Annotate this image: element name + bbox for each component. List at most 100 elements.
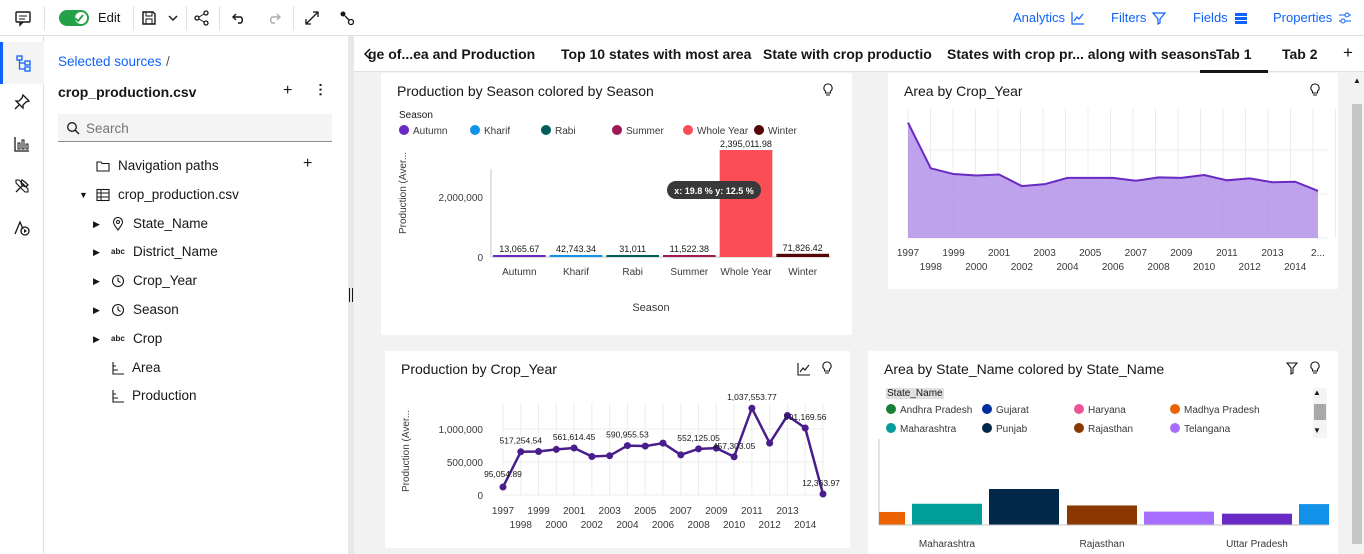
legend-label: Autumn <box>413 126 448 137</box>
tree-item-crop-year[interactable]: ▶ Crop_Year <box>44 267 348 295</box>
tab-area-and-production[interactable]: ge of...ea and Production <box>368 46 535 62</box>
tab-top-10-states[interactable]: Top 10 states with most area <box>561 46 751 62</box>
tree-item-crop[interactable]: ▶ abc Crop <box>44 325 348 353</box>
x-tick-label: Rabi <box>622 267 643 278</box>
legend-item: Andhra Pradesh <box>886 404 972 416</box>
breadcrumb[interactable]: Selected sources <box>58 54 162 69</box>
state-chart-card[interactable]: Area by State_Name colored by State_Name… <box>868 351 1338 554</box>
tree-item-season[interactable]: ▶ Season <box>44 296 348 324</box>
production-year-chart-card[interactable]: Production by Crop_Year Production (Aver… <box>385 351 850 548</box>
data-point <box>695 445 703 453</box>
search-field[interactable] <box>58 114 332 142</box>
redo-icon[interactable] <box>264 8 284 28</box>
add-icon[interactable]: + <box>283 82 292 100</box>
caret-right-icon[interactable]: ▶ <box>93 247 100 258</box>
legend-item: Telangana <box>1170 423 1230 435</box>
season-chart-card[interactable]: Production by Season colored by Season S… <box>381 73 852 335</box>
tree-item-navigation-paths[interactable]: Navigation paths + <box>44 152 348 180</box>
x-tick-label: 2002 <box>1011 262 1034 273</box>
tooltip-text: x: 19.8 % y: 12.5 % <box>674 186 754 196</box>
tree-item-source-file[interactable]: ▼ crop_production.csv <box>44 181 348 209</box>
state-bar-chart: Maharashtra Rajasthan Uttar Pradesh <box>878 439 1329 550</box>
tree-item-state-name[interactable]: ▶ State_Name <box>44 210 348 238</box>
fields-label: Fields <box>1193 10 1228 25</box>
caret-right-icon[interactable]: ▶ <box>93 305 100 316</box>
tab-tab-1[interactable]: Tab 1 <box>1200 46 1267 73</box>
x-tick-label: 1997 <box>492 506 515 517</box>
data-sources-button[interactable] <box>0 42 44 84</box>
tab-state-crop-production[interactable]: State with crop productio <box>763 46 932 62</box>
legend-swatch <box>1170 423 1180 433</box>
lightbulb-icon[interactable] <box>821 361 833 375</box>
x-tick-label: 1999 <box>527 506 550 517</box>
overflow-menu-icon[interactable]: ··· <box>313 83 329 97</box>
legend-title: Season <box>399 110 433 121</box>
tree-item-district-name[interactable]: ▶ abc District_Name <box>44 238 348 266</box>
tree-item-label: crop_production.csv <box>118 187 239 202</box>
x-tick-label: 2014 <box>794 520 817 531</box>
legend-item: Madhya Pradesh <box>1170 404 1260 416</box>
tab-tab-2[interactable]: Tab 2 <box>1282 46 1318 62</box>
bar-value-label: 42,743.34 <box>556 244 596 254</box>
search-input[interactable] <box>86 118 326 138</box>
x-tick-label: Winter <box>788 267 818 278</box>
share-icon[interactable] <box>192 8 212 28</box>
chart-title: Production by Season colored by Season <box>397 83 654 99</box>
add-tab-icon[interactable]: + <box>1343 43 1353 63</box>
tree-item-label: Navigation paths <box>118 158 219 173</box>
clock-icon <box>111 303 125 317</box>
tree-item-area[interactable]: Area <box>44 354 348 382</box>
fields-link[interactable]: Fields <box>1193 10 1248 25</box>
legend-swatch <box>1074 404 1084 414</box>
data-label: 590,955.53 <box>606 430 649 440</box>
undo-icon[interactable] <box>229 8 249 28</box>
bar-value-label: 71,826.42 <box>783 243 823 253</box>
legend-swatch <box>399 125 409 135</box>
comment-icon[interactable] <box>13 8 33 28</box>
legend-label: Andhra Pradesh <box>900 405 973 416</box>
lightbulb-icon[interactable] <box>822 83 834 97</box>
line-chart-icon[interactable] <box>797 362 811 376</box>
bar <box>1222 513 1292 525</box>
x-tick-label: 1998 <box>510 520 533 531</box>
chevron-down-icon[interactable] <box>163 8 183 28</box>
expand-icon[interactable] <box>302 8 322 28</box>
tab-states-with-seasons[interactable]: States with crop pr... along with season… <box>947 46 1217 62</box>
bar <box>493 255 546 257</box>
legend-label: Rajasthan <box>1088 424 1134 435</box>
area-year-chart-card[interactable]: Area by Crop_Year 1997 1999 2001 2003 2005 20… <box>888 73 1338 289</box>
add-path-icon[interactable]: + <box>303 155 312 173</box>
x-tick-label: 2000 <box>545 520 568 531</box>
tools-button[interactable] <box>0 165 44 207</box>
y-tick-label: 0 <box>477 253 483 264</box>
filter-icon[interactable] <box>1286 362 1298 375</box>
lightbulb-icon[interactable] <box>1309 361 1321 375</box>
visualizations-button[interactable] <box>0 123 44 165</box>
legend-scrollbar[interactable]: ▲ ▼ <box>1313 388 1327 438</box>
lightbulb-icon[interactable] <box>1309 83 1321 97</box>
data-label: 457,303.05 <box>713 441 756 451</box>
x-tick-label: 2002 <box>581 520 604 531</box>
chart-icon <box>1071 11 1085 25</box>
ai-assistant-button[interactable] <box>0 207 44 249</box>
caret-right-icon[interactable]: ▶ <box>93 276 100 287</box>
chart-title: Production by Crop_Year <box>401 361 557 377</box>
x-tick-label: Maharashtra <box>919 539 976 550</box>
caret-right-icon[interactable]: ▶ <box>93 219 100 230</box>
legend-label: Whole Year <box>697 126 749 137</box>
canvas-scrollbar[interactable]: ▲ <box>1350 72 1364 554</box>
caret-right-icon[interactable]: ▶ <box>93 334 100 345</box>
workflow-icon[interactable] <box>337 8 357 28</box>
x-tick-label: 2007 <box>1125 248 1148 259</box>
analytics-link[interactable]: Analytics <box>1013 10 1085 25</box>
properties-link[interactable]: Properties <box>1273 10 1352 25</box>
legend-label: Madhya Pradesh <box>1184 405 1260 416</box>
clock-icon <box>111 274 125 288</box>
filters-link[interactable]: Filters <box>1111 10 1167 25</box>
y-tick-label: 500,000 <box>447 458 484 469</box>
legend-item: Gujarat <box>982 404 1029 416</box>
pin-button[interactable] <box>0 81 44 123</box>
tree-item-production[interactable]: Production <box>44 382 348 410</box>
save-icon[interactable] <box>139 8 159 28</box>
caret-down-icon[interactable]: ▼ <box>79 190 88 200</box>
